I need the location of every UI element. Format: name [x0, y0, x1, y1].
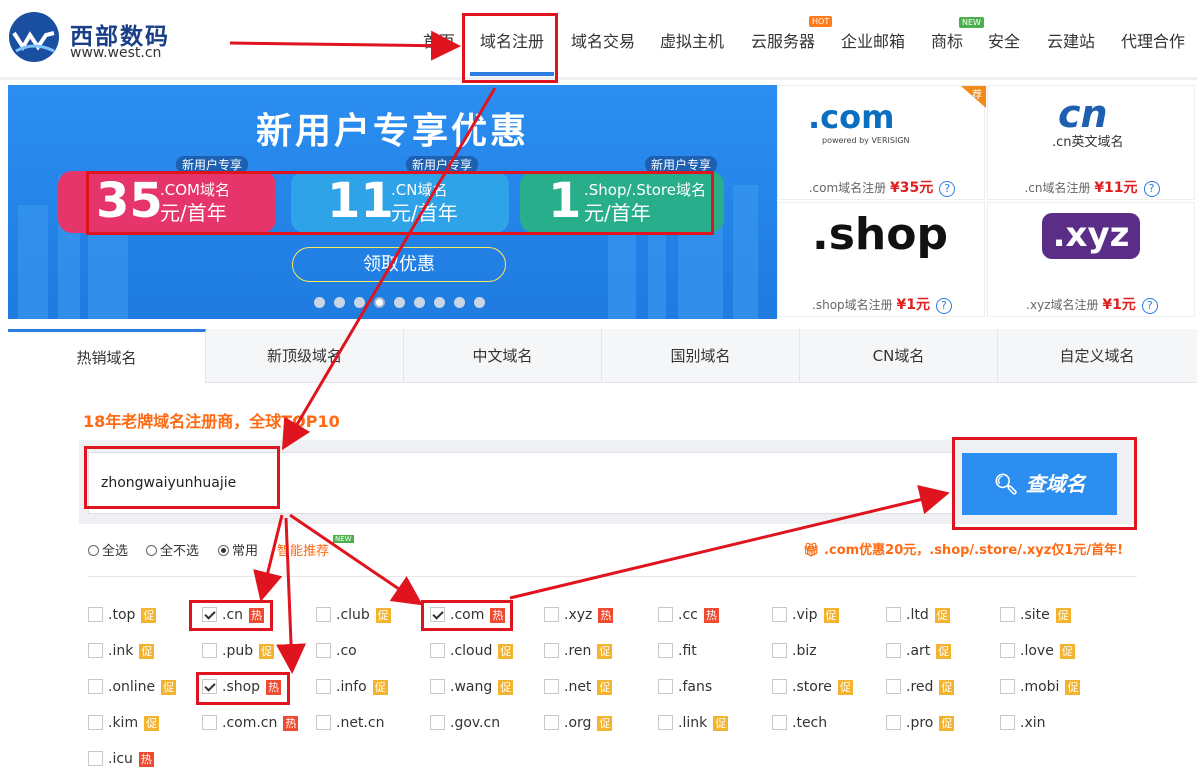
annotation-arrows [229, 30, 950, 674]
